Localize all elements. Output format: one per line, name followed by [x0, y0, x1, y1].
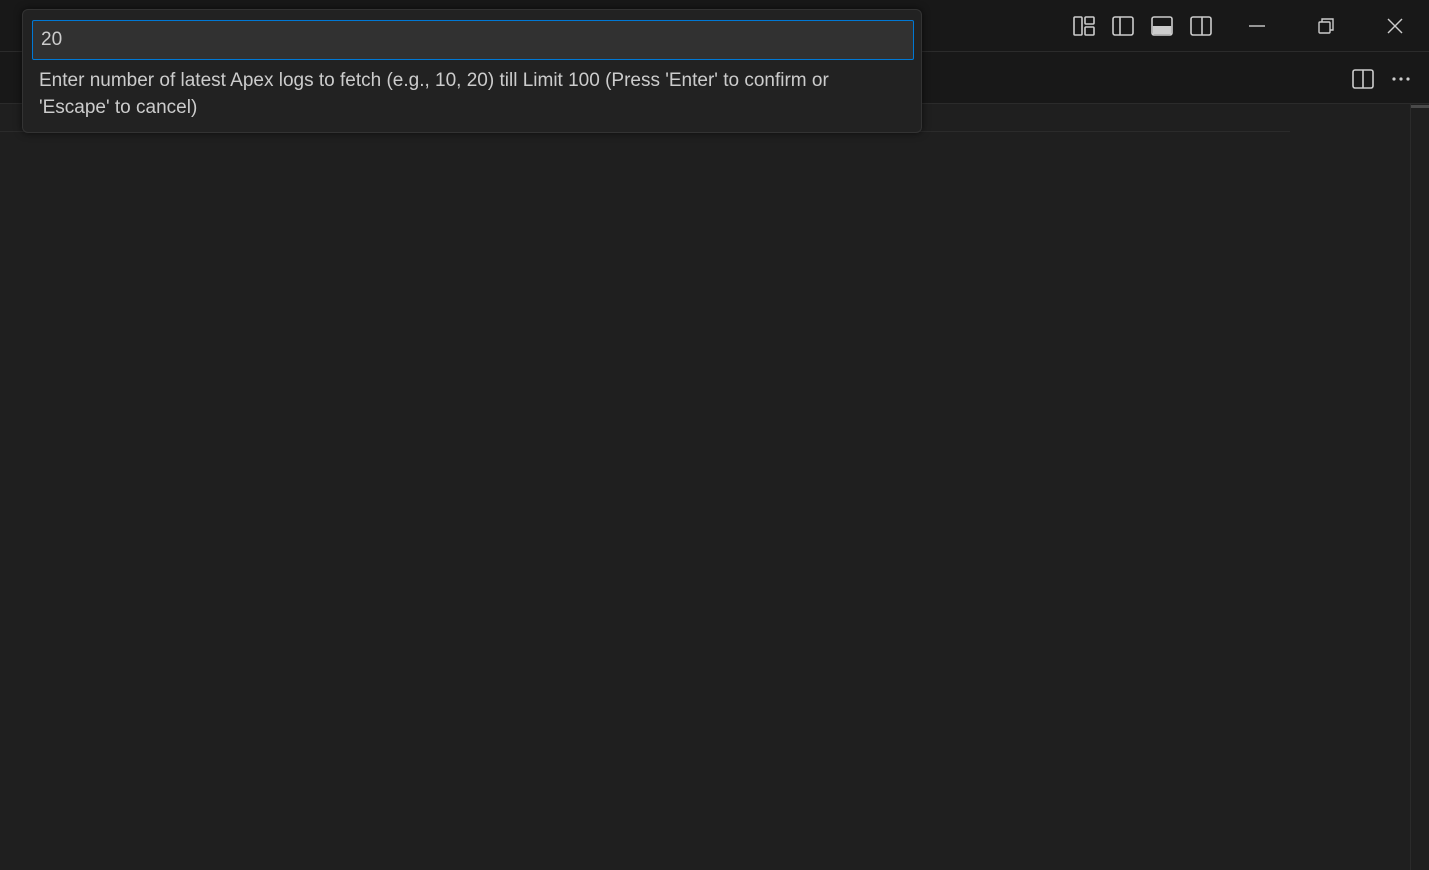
quick-input-widget: Enter number of latest Apex logs to fetc…: [22, 9, 922, 133]
toggle-secondary-sidebar-icon: [1190, 16, 1212, 36]
toggle-secondary-sidebar-button[interactable]: [1187, 12, 1215, 40]
toggle-primary-sidebar-button[interactable]: [1109, 12, 1137, 40]
minimize-button[interactable]: [1222, 0, 1291, 52]
split-editor-button[interactable]: [1349, 65, 1377, 93]
close-icon: [1387, 18, 1402, 34]
restore-icon: [1317, 18, 1334, 34]
quick-input-message: Enter number of latest Apex logs to fetc…: [39, 70, 829, 118]
more-actions-icon: [1392, 77, 1410, 81]
log-count-input[interactable]: [32, 20, 914, 60]
layout-controls: [1070, 12, 1215, 40]
minimize-icon: [1248, 25, 1265, 27]
vertical-scrollbar[interactable]: [1410, 104, 1429, 870]
scrollbar-marker: [1411, 105, 1429, 108]
editor-actions: [1349, 65, 1415, 93]
more-actions-button[interactable]: [1387, 65, 1415, 93]
toggle-panel-button[interactable]: [1148, 12, 1176, 40]
window-controls: [1222, 0, 1429, 52]
restore-button[interactable]: [1291, 0, 1360, 52]
toggle-panel-icon: [1151, 16, 1173, 36]
close-button[interactable]: [1360, 0, 1429, 52]
editor-area[interactable]: [0, 104, 1410, 870]
customize-layout-icon: [1073, 16, 1095, 36]
split-editor-icon: [1352, 69, 1374, 89]
customize-layout-button[interactable]: [1070, 12, 1098, 40]
toggle-primary-sidebar-icon: [1112, 16, 1134, 36]
